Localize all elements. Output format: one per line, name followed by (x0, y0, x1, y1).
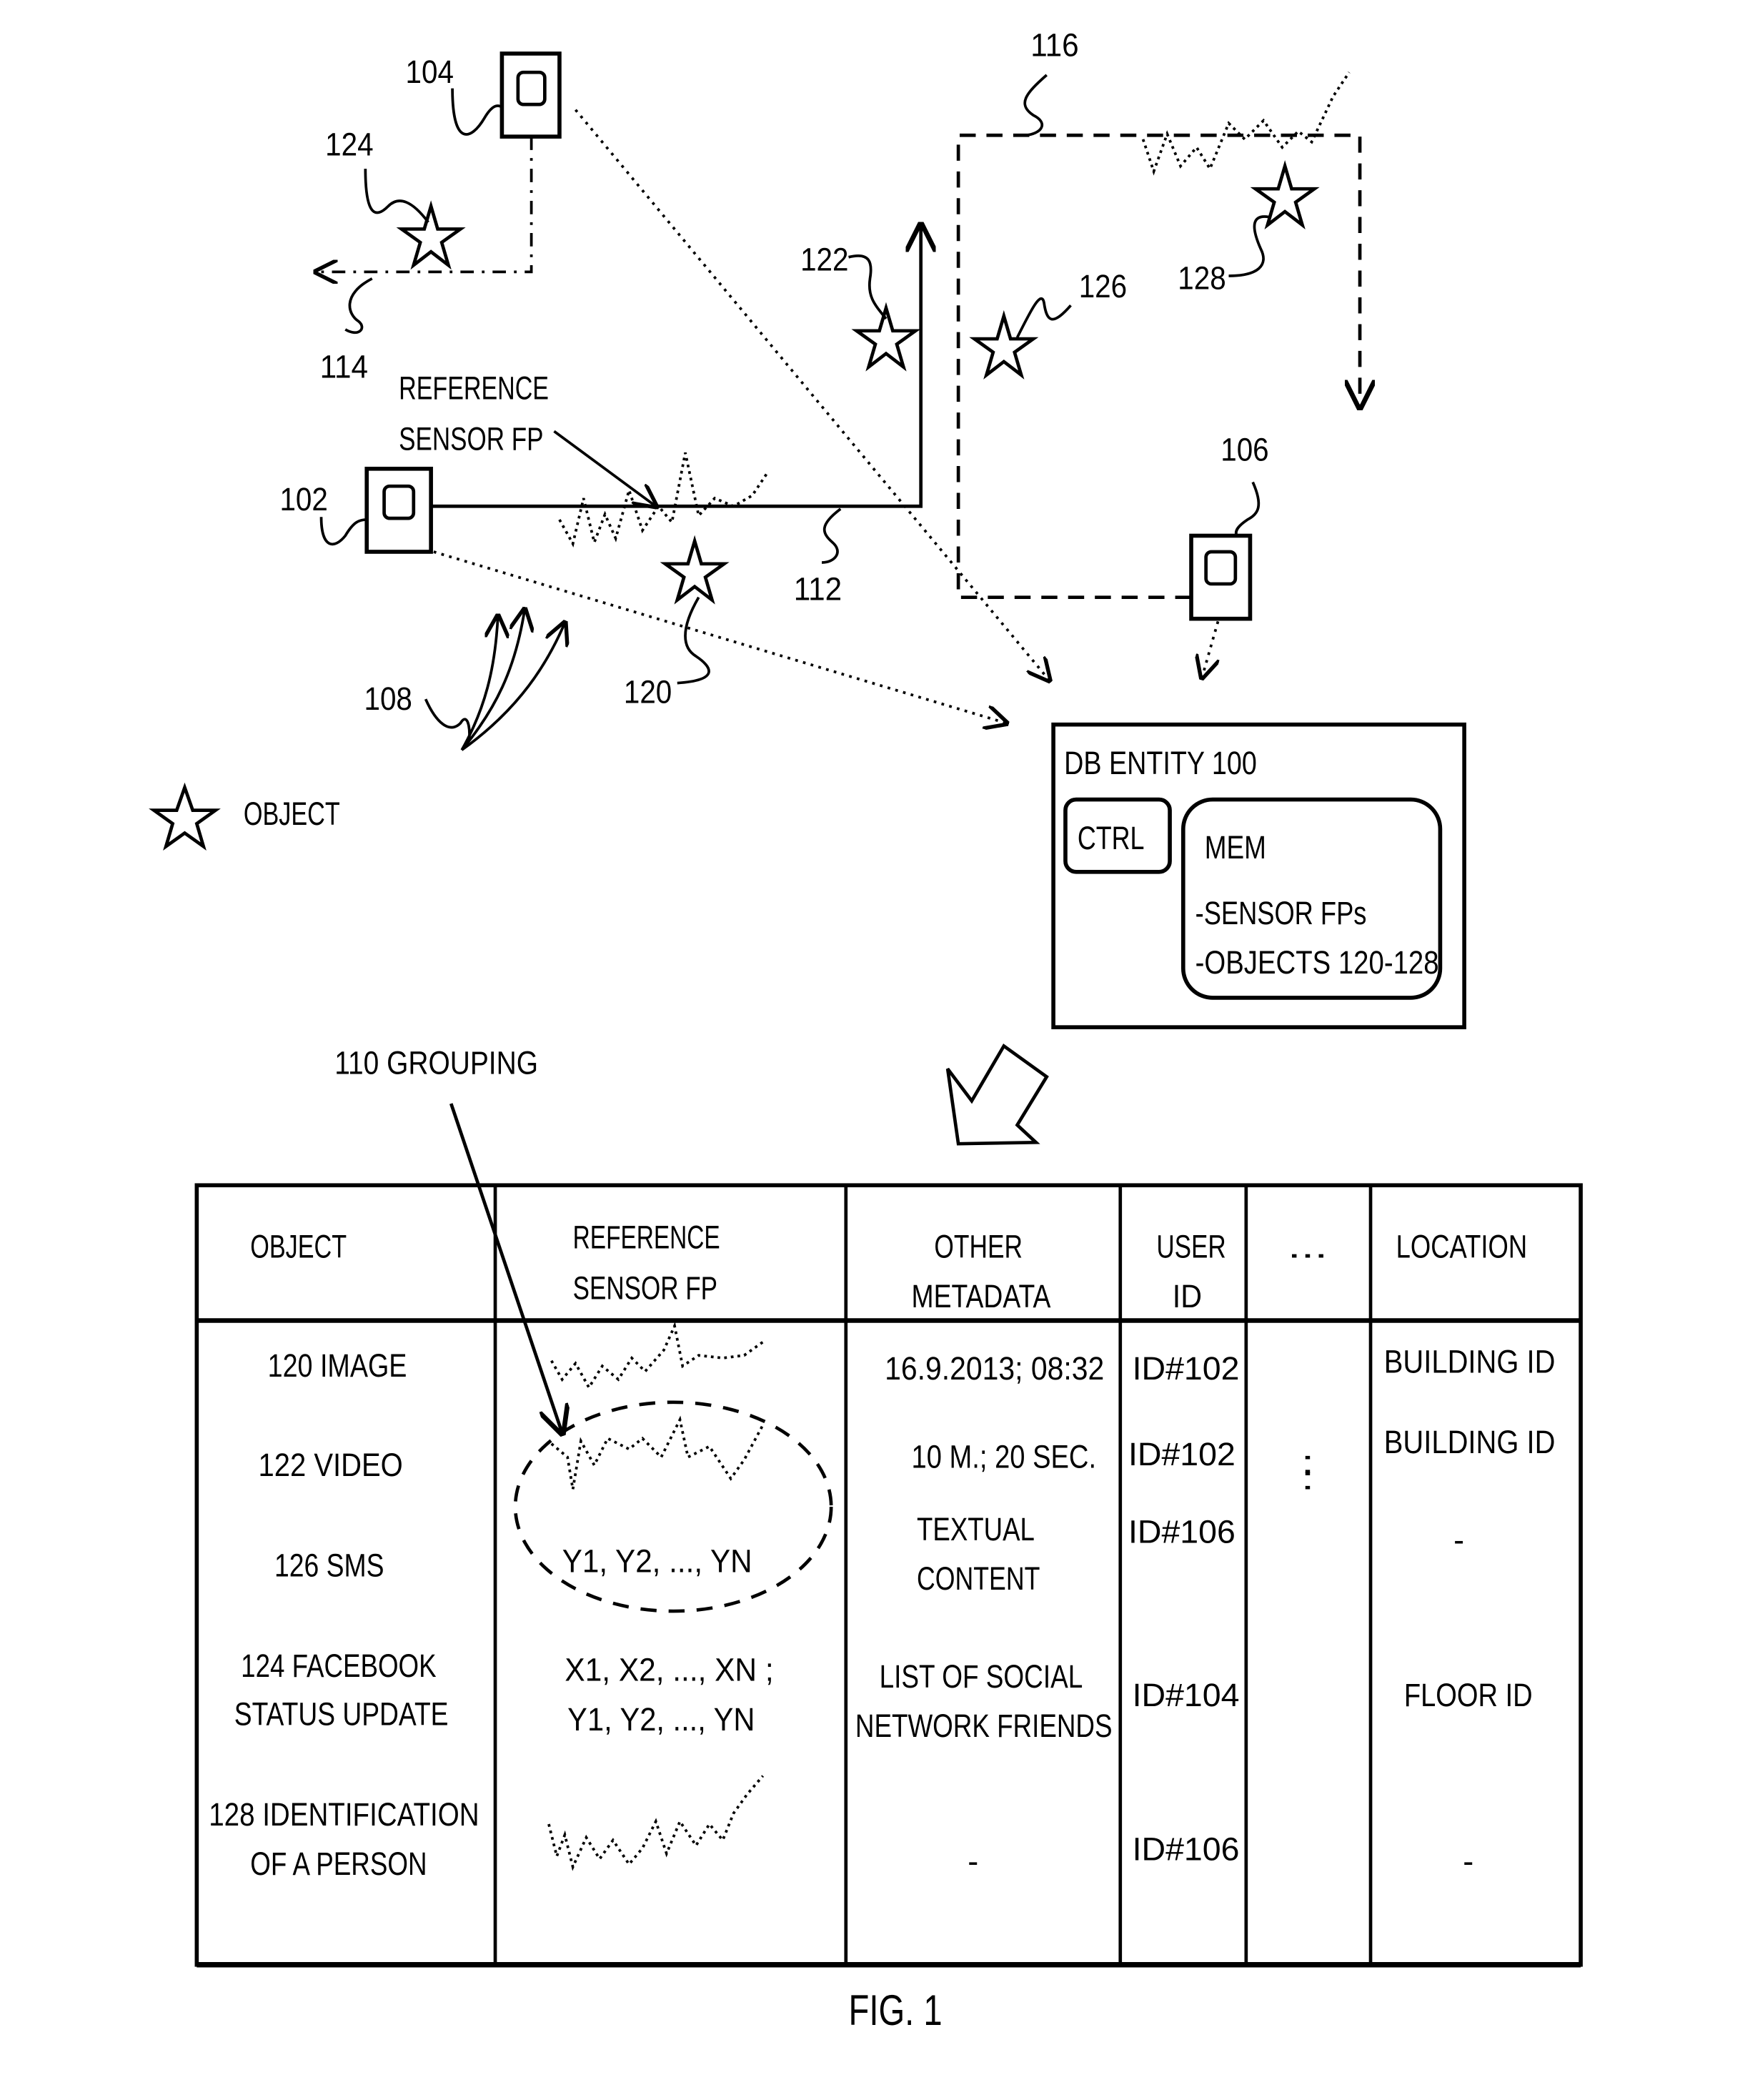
ref-label-106: 106 (1221, 432, 1268, 468)
ref-label-102: 102 (279, 481, 327, 517)
leader-120 (677, 596, 710, 685)
cell-user-id: ID#102 (1133, 1350, 1240, 1387)
cell-metadata-1: LIST OF SOCIAL (880, 1658, 1083, 1695)
flow-arrow-icon (945, 1043, 1049, 1146)
patent-figure: 104 114 124 102 112 REFERENCE SENSOR FP … (149, 27, 1583, 2034)
leader-122 (848, 254, 888, 320)
db-entity-100: DB ENTITY 100 CTRL MEM -SENSOR FPs -OBJE… (1051, 722, 1466, 1029)
cell-sensor-fp-waveform (547, 1775, 765, 1871)
header-reference-sensor-fp-2: SENSOR FP (573, 1270, 717, 1307)
movement-arrows-108 (460, 610, 565, 751)
star-icon-object-120 (660, 535, 730, 605)
reference-sensor-fp-label-line2: SENSOR FP (399, 421, 543, 457)
cell-sensor-fp-waveform (550, 1321, 764, 1390)
cell-object-2: OF A PERSON (250, 1846, 427, 1882)
cell-object-2: STATUS UPDATE (234, 1695, 449, 1732)
device-102 (364, 466, 433, 554)
device-104 (499, 51, 562, 139)
table-row: 122 VIDEO 10 M.; 20 SEC. ID#102 BUILDING… (259, 1415, 1556, 1490)
leader-126 (1015, 297, 1072, 339)
table-row: 124 FACEBOOK STATUS UPDATE X1, X2, ..., … (234, 1648, 1533, 1744)
cell-object-1: 124 FACEBOOK (241, 1648, 436, 1684)
header-user-id-2: ID (1173, 1278, 1202, 1314)
ref-label-122: 122 (800, 241, 848, 277)
sensor-fp-waveform-116 (1141, 71, 1351, 176)
cell-sensor-fp-text: Y1, Y2, ..., YN (562, 1543, 752, 1580)
ref-label-116: 116 (1030, 27, 1078, 64)
header-user-id-1: USER (1156, 1228, 1226, 1264)
ref-label-104: 104 (406, 54, 454, 90)
cell-metadata: 10 M.; 20 SEC. (912, 1439, 1096, 1475)
cell-location: - (1453, 1522, 1464, 1558)
more-rows-ellipsis-2: : (1301, 1444, 1315, 1480)
reference-sensor-fp-label-line1: REFERENCE (399, 370, 549, 406)
legend-star-icon (149, 782, 221, 851)
cell-user-id: ID#104 (1133, 1677, 1240, 1713)
cell-location: - (1463, 1843, 1473, 1879)
reference-sensor-fp-arrow (553, 430, 655, 506)
figure-caption: FIG. 1 (849, 1986, 943, 2034)
table-row: 120 IMAGE 16.9.2013; 08:32 ID#102 BUILDI… (268, 1321, 1556, 1390)
header-object: OBJECT (250, 1228, 347, 1264)
cell-sensor-fp-waveform (550, 1415, 765, 1490)
mem-item-objects: -OBJECTS 120-128 (1195, 944, 1439, 981)
grouping-110-ellipse (513, 1400, 833, 1613)
cell-sensor-fp-text-2: Y1, Y2, ..., YN (567, 1701, 755, 1738)
mem-title: MEM (1205, 829, 1266, 866)
cell-user-id: ID#102 (1128, 1436, 1236, 1472)
table-row: 126 SMS Y1, Y2, ..., YN TEXTUAL CONTENT … (274, 1511, 1464, 1597)
leader-106 (1234, 481, 1261, 537)
header-location: LOCATION (1396, 1228, 1528, 1264)
ref-label-108: 108 (364, 680, 412, 717)
legend-object-label: OBJECT (244, 796, 340, 832)
mobile-device-icon (1189, 533, 1253, 621)
header-other-metadata-2: METADATA (912, 1278, 1051, 1314)
leader-124 (364, 169, 429, 224)
leader-114 (344, 277, 373, 335)
cell-location: BUILDING ID (1384, 1344, 1556, 1380)
cell-metadata: 16.9.2013; 08:32 (885, 1350, 1104, 1387)
cell-metadata: - (968, 1843, 978, 1879)
mobile-device-icon (499, 51, 562, 139)
sensor-fp-waveform-112 (558, 452, 770, 548)
table-row: 128 IDENTIFICATION OF A PERSON - ID#106 … (209, 1775, 1473, 1882)
device-106 (1189, 533, 1253, 621)
cell-object: 126 SMS (274, 1547, 384, 1583)
ref-label-114: 114 (320, 348, 368, 385)
leader-116 (1023, 74, 1048, 137)
cell-object-1: 128 IDENTIFICATION (209, 1796, 479, 1833)
transmission-106-to-db (1202, 620, 1218, 678)
star-icon-object-124 (396, 200, 466, 270)
grouping-arrow (449, 1103, 562, 1433)
leader-128 (1228, 215, 1269, 277)
ctrl-label: CTRL (1078, 820, 1145, 856)
cell-object: 120 IMAGE (268, 1347, 407, 1384)
cell-user-id: ID#106 (1128, 1514, 1236, 1550)
cell-object: 122 VIDEO (259, 1447, 403, 1483)
cell-sensor-fp-text-1: X1, X2, ..., XN ; (565, 1652, 773, 1688)
cell-metadata-1: TEXTUAL (917, 1511, 1035, 1547)
header-other-metadata-1: OTHER (934, 1228, 1023, 1264)
leader-112 (821, 507, 842, 564)
cell-metadata-2: NETWORK FRIENDS (855, 1708, 1113, 1744)
cell-user-id: ID#106 (1133, 1831, 1240, 1868)
ref-label-120: 120 (624, 674, 672, 710)
mobile-device-icon (364, 466, 433, 554)
leader-108 (424, 698, 471, 743)
table-header: OBJECT REFERENCE SENSOR FP OTHER METADAT… (250, 1219, 1527, 1314)
cell-location: BUILDING ID (1384, 1424, 1556, 1460)
leader-104 (451, 88, 503, 136)
header-reference-sensor-fp-1: REFERENCE (573, 1219, 720, 1255)
grouping-label: 110 GROUPING (334, 1045, 538, 1081)
ref-label-124: 124 (325, 126, 373, 162)
db-entity-title: DB ENTITY 100 (1064, 745, 1257, 781)
ref-label-112: 112 (794, 570, 842, 607)
mem-item-sensor-fps: -SENSOR FPs (1195, 895, 1367, 931)
ref-label-126: 126 (1079, 268, 1127, 304)
header-more-columns: ... (1288, 1228, 1328, 1264)
cell-metadata-2: CONTENT (917, 1560, 1040, 1597)
cell-location: FLOOR ID (1404, 1677, 1533, 1713)
ref-label-128: 128 (1178, 260, 1226, 297)
leader-102 (319, 517, 367, 546)
